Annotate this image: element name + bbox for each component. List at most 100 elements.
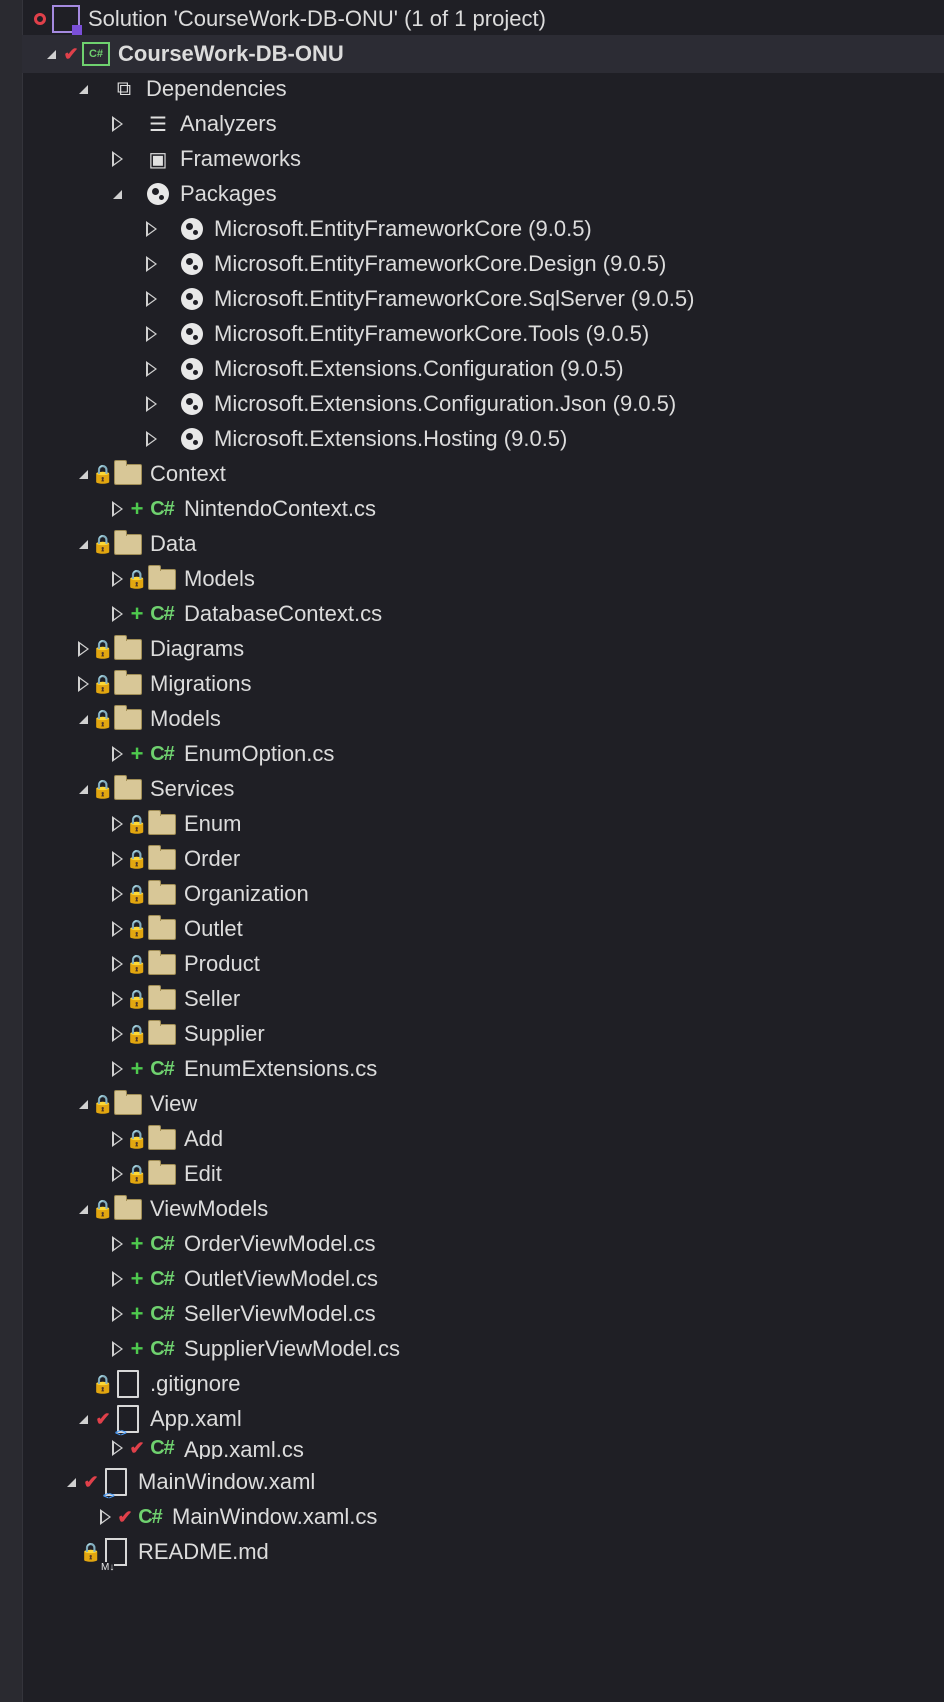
- tree-node-packages[interactable]: Packages: [22, 175, 944, 213]
- folder-icon: [146, 875, 178, 913]
- chevron-right-icon[interactable]: [140, 245, 162, 283]
- folder-node[interactable]: 🔒 Outlet: [22, 910, 944, 948]
- folder-node-view[interactable]: 🔒 View: [22, 1085, 944, 1123]
- folder-node-migrations[interactable]: 🔒 Migrations: [22, 665, 944, 703]
- chevron-right-icon[interactable]: [106, 1120, 128, 1158]
- file-node-app-xaml[interactable]: ✔ App.xaml: [22, 1400, 944, 1439]
- chevron-right-icon[interactable]: [106, 105, 128, 143]
- chevron-down-icon[interactable]: [60, 1463, 82, 1501]
- chevron-down-icon[interactable]: [72, 1190, 94, 1228]
- file-node[interactable]: + C# EnumOption.cs: [22, 735, 944, 773]
- add-icon: +: [130, 1231, 144, 1256]
- chevron-down-icon[interactable]: [106, 175, 128, 213]
- package-item[interactable]: Microsoft.EntityFrameworkCore.SqlServer …: [22, 280, 944, 318]
- folder-node[interactable]: 🔒 Order: [22, 840, 944, 878]
- tree-node-analyzers[interactable]: ☰ Analyzers: [22, 105, 944, 143]
- chevron-right-icon[interactable]: [106, 560, 128, 598]
- chevron-right-icon[interactable]: [106, 1330, 128, 1368]
- chevron-right-icon[interactable]: [106, 980, 128, 1018]
- node-label: Enum: [184, 811, 242, 836]
- chevron-right-icon[interactable]: [106, 595, 128, 633]
- package-item[interactable]: Microsoft.EntityFrameworkCore.Tools (9.0…: [22, 315, 944, 353]
- lock-icon: 🔒: [91, 463, 115, 484]
- chevron-right-icon[interactable]: [106, 735, 128, 773]
- folder-node[interactable]: 🔒 Organization: [22, 875, 944, 913]
- folder-node[interactable]: 🔒 Enum: [22, 805, 944, 843]
- chevron-right-icon[interactable]: [106, 875, 128, 913]
- lock-icon: 🔒: [125, 1023, 149, 1044]
- file-node[interactable]: + C# SellerViewModel.cs: [22, 1295, 944, 1333]
- folder-node[interactable]: 🔒 Supplier: [22, 1015, 944, 1053]
- file-node[interactable]: + C# SupplierViewModel.cs: [22, 1330, 944, 1368]
- folder-node-models[interactable]: 🔒 Models: [22, 700, 944, 738]
- chevron-down-icon[interactable]: [72, 455, 94, 493]
- folder-node[interactable]: 🔒 Seller: [22, 980, 944, 1018]
- chevron-down-icon[interactable]: [72, 770, 94, 808]
- package-item[interactable]: Microsoft.Extensions.Configuration (9.0.…: [22, 350, 944, 388]
- chevron-right-icon[interactable]: [106, 1437, 128, 1459]
- folder-node-services[interactable]: 🔒 Services: [22, 770, 944, 808]
- chevron-right-icon[interactable]: [106, 910, 128, 948]
- chevron-right-icon[interactable]: [140, 350, 162, 388]
- csharp-file-icon: C#: [150, 1302, 175, 1325]
- folder-node-context[interactable]: 🔒 Context: [22, 455, 944, 493]
- folder-node-viewmodels[interactable]: 🔒 ViewModels: [22, 1190, 944, 1228]
- node-label: README.md: [138, 1539, 269, 1564]
- file-node[interactable]: + C# OrderViewModel.cs: [22, 1225, 944, 1263]
- chevron-right-icon[interactable]: [140, 315, 162, 353]
- chevron-down-icon[interactable]: [72, 1400, 94, 1438]
- dependencies-icon: ⧉: [116, 77, 132, 100]
- file-node-mainwindow-xaml[interactable]: ✔ MainWindow.xaml: [22, 1463, 944, 1502]
- node-label: Order: [184, 846, 241, 871]
- chevron-down-icon[interactable]: [72, 525, 94, 563]
- package-item[interactable]: Microsoft.Extensions.Configuration.Json …: [22, 385, 944, 423]
- tree-node-frameworks[interactable]: ▣ Frameworks: [22, 140, 944, 178]
- chevron-down-icon[interactable]: [72, 1085, 94, 1123]
- chevron-right-icon[interactable]: [106, 840, 128, 878]
- folder-node[interactable]: 🔒 Edit: [22, 1155, 944, 1193]
- chevron-right-icon[interactable]: [140, 420, 162, 458]
- file-node[interactable]: + C# DatabaseContext.cs: [22, 595, 944, 633]
- node-label: Edit: [184, 1161, 222, 1186]
- chevron-down-icon[interactable]: [72, 70, 94, 108]
- lock-icon: 🔒: [91, 1093, 115, 1114]
- chevron-right-icon[interactable]: [106, 1225, 128, 1263]
- chevron-right-icon[interactable]: [94, 1498, 116, 1536]
- solution-node[interactable]: Solution 'CourseWork-DB-ONU' (1 of 1 pro…: [22, 0, 944, 38]
- file-node-readme[interactable]: 🔒 README.md: [22, 1533, 944, 1573]
- chevron-right-icon[interactable]: [140, 385, 162, 423]
- file-node-mainwindow-xaml-cs[interactable]: ✔ C# MainWindow.xaml.cs: [22, 1498, 944, 1536]
- chevron-right-icon[interactable]: [140, 210, 162, 248]
- chevron-right-icon[interactable]: [72, 665, 94, 703]
- project-node[interactable]: ✔ C# CourseWork-DB-ONU: [22, 35, 944, 73]
- file-node[interactable]: + C# NintendoContext.cs: [22, 490, 944, 528]
- chevron-right-icon[interactable]: [106, 140, 128, 178]
- chevron-right-icon[interactable]: [106, 1260, 128, 1298]
- chevron-right-icon[interactable]: [106, 805, 128, 843]
- package-item[interactable]: Microsoft.Extensions.Hosting (9.0.5): [22, 420, 944, 458]
- file-node-app-xaml-cs[interactable]: ✔ C# App.xaml.cs: [22, 1435, 944, 1459]
- chevron-down-icon[interactable]: [72, 700, 94, 738]
- folder-node-diagrams[interactable]: 🔒 Diagrams: [22, 630, 944, 668]
- chevron-right-icon[interactable]: [106, 490, 128, 528]
- chevron-right-icon[interactable]: [72, 630, 94, 668]
- solution-status-icon: [34, 13, 46, 25]
- folder-icon: [112, 455, 144, 493]
- chevron-right-icon[interactable]: [140, 280, 162, 318]
- file-node[interactable]: + C# OutletViewModel.cs: [22, 1260, 944, 1298]
- tree-node-dependencies[interactable]: ⧉ Dependencies: [22, 70, 944, 108]
- folder-node[interactable]: 🔒 Product: [22, 945, 944, 983]
- file-node[interactable]: + C# EnumExtensions.cs: [22, 1050, 944, 1088]
- chevron-right-icon[interactable]: [106, 1155, 128, 1193]
- file-node-gitignore[interactable]: 🔒 .gitignore: [22, 1365, 944, 1403]
- chevron-down-icon[interactable]: [40, 35, 62, 73]
- chevron-right-icon[interactable]: [106, 1295, 128, 1333]
- package-item[interactable]: Microsoft.EntityFrameworkCore.Design (9.…: [22, 245, 944, 283]
- folder-node[interactable]: 🔒 Models: [22, 560, 944, 598]
- chevron-right-icon[interactable]: [106, 945, 128, 983]
- folder-node[interactable]: 🔒 Add: [22, 1120, 944, 1158]
- chevron-right-icon[interactable]: [106, 1050, 128, 1088]
- folder-node-data[interactable]: 🔒 Data: [22, 525, 944, 563]
- package-item[interactable]: Microsoft.EntityFrameworkCore (9.0.5): [22, 210, 944, 248]
- chevron-right-icon[interactable]: [106, 1015, 128, 1053]
